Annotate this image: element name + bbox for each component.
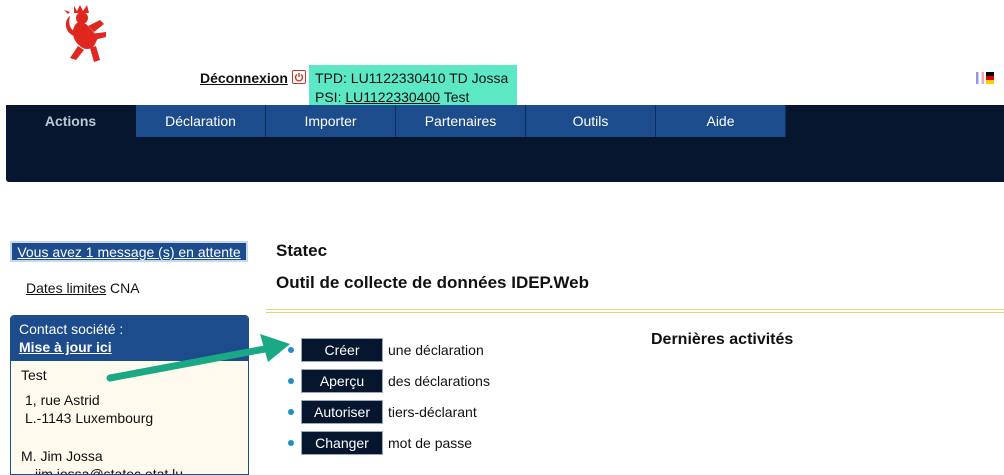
- overview-button[interactable]: Aperçu: [301, 369, 383, 393]
- logout-link[interactable]: Déconnexion: [200, 70, 288, 86]
- authorize-text: tiers-déclarant: [388, 404, 477, 420]
- page-subtitle: Outil de collecte de données IDEP.Web: [276, 273, 590, 292]
- address-line-1: 1, rue Astrid: [25, 392, 100, 408]
- tab-actions[interactable]: Actions: [6, 105, 136, 137]
- fr-flag-icon[interactable]: [976, 72, 984, 84]
- tab-declaration[interactable]: Déclaration: [136, 105, 266, 137]
- action-row-create: Créer une déclaration: [288, 337, 484, 363]
- change-password-text: mot de passe: [388, 435, 473, 451]
- action-row-change-password: Changer mot de passe: [288, 430, 472, 456]
- lion-logo: [60, 2, 118, 72]
- recent-activities-title: Dernières activités: [651, 331, 794, 348]
- tab-outils[interactable]: Outils: [526, 105, 656, 137]
- company-name: Test: [21, 367, 47, 383]
- address-line-2: L.-1143 Luxembourg: [25, 410, 154, 426]
- psi-id-link[interactable]: LU1122330400: [345, 89, 440, 105]
- language-selector: [976, 72, 1004, 84]
- change-password-button[interactable]: Changer: [301, 431, 383, 455]
- tab-partenaires[interactable]: Partenaires: [396, 105, 526, 137]
- psi-suffix: Test: [440, 89, 470, 105]
- power-icon[interactable]: [292, 70, 306, 84]
- create-button[interactable]: Créer: [301, 338, 383, 362]
- contact-email: jim.jossa@statec.etat.lu: [35, 466, 184, 475]
- messages-link[interactable]: Vous avez 1 message (s) en attente: [17, 244, 240, 260]
- overview-text: des déclarations: [388, 373, 490, 389]
- deadlines: Dates limites CNA: [26, 280, 140, 296]
- authorize-button[interactable]: Autoriser: [301, 400, 383, 424]
- bullet-icon: [288, 440, 294, 446]
- action-row-overview: Aperçu des déclarations: [288, 368, 490, 394]
- nav-tabs: Actions Déclaration Importer Partenaires…: [6, 105, 786, 137]
- declarant-info: TPD: LU1122330410 TD Jossa PSI: LU112233…: [309, 65, 517, 107]
- divider: [266, 309, 1004, 313]
- psi-prefix: PSI:: [315, 89, 346, 105]
- annotation-arrow-icon: [100, 330, 300, 390]
- action-row-authorize: Autoriser tiers-déclarant: [288, 399, 477, 425]
- messages-banner: Vous avez 1 message (s) en attente: [10, 241, 248, 262]
- tab-importer[interactable]: Importer: [266, 105, 396, 137]
- deadlines-suffix: CNA: [106, 280, 140, 296]
- page-title: Statec: [276, 241, 328, 260]
- de-flag-icon[interactable]: [986, 72, 994, 84]
- deadlines-link[interactable]: Dates limites: [26, 280, 106, 296]
- contact-person: M. Jim Jossa: [21, 448, 103, 464]
- tab-aide[interactable]: Aide: [656, 105, 786, 137]
- create-text: une déclaration: [388, 342, 484, 358]
- tpd-line: TPD: LU1122330410 TD Jossa: [315, 70, 509, 86]
- bullet-icon: [288, 409, 294, 415]
